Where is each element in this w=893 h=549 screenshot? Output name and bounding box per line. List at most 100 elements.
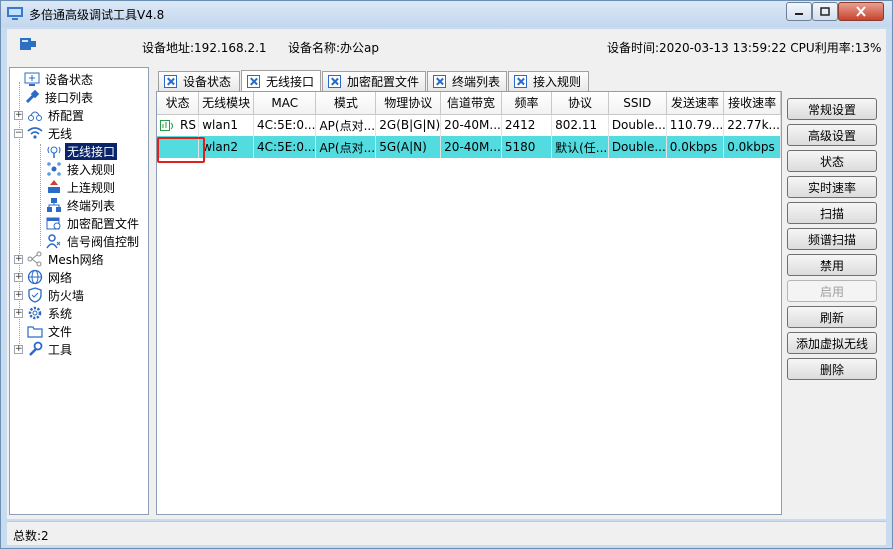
cell-ssid: Double... xyxy=(608,114,667,136)
highlight-box xyxy=(157,137,205,163)
cell-tx-rate: 0.0kbps xyxy=(666,136,725,158)
realtime-rate-button[interactable]: 实时速率 xyxy=(787,176,877,198)
status-button[interactable]: 状态 xyxy=(787,150,877,172)
disable-button[interactable]: 禁用 xyxy=(787,254,877,276)
cell-frequency: 2412 xyxy=(501,114,553,136)
col-header-physical-protocol[interactable]: 物理协议 xyxy=(375,92,442,115)
col-header-status[interactable]: 状态 xyxy=(157,92,200,115)
tree-item-system[interactable]: + 系统 xyxy=(14,304,74,322)
scan-button[interactable]: 扫描 xyxy=(787,202,877,224)
cell-mac: 4C:5E:0... xyxy=(253,114,317,136)
access-rule-icon xyxy=(46,161,62,177)
tab-device-status[interactable]: 设备状态 xyxy=(158,71,240,91)
gear-icon xyxy=(27,305,43,321)
tree-item-terminal-list[interactable]: 终端列表 xyxy=(46,196,117,214)
expand-icon[interactable]: + xyxy=(14,290,23,300)
cell-wireless-module: wlan1 xyxy=(198,114,255,136)
tab-access-rule[interactable]: 接入规则 xyxy=(508,71,589,91)
col-header-wireless-module[interactable]: 无线模块 xyxy=(198,92,255,115)
bridge-icon xyxy=(27,107,43,123)
general-settings-button[interactable]: 常规设置 xyxy=(787,98,877,120)
tree-item-encryption-profile[interactable]: 加密配置文件 xyxy=(46,214,141,232)
cell-physical-protocol: 5G(A|N) xyxy=(375,136,442,158)
close-tab-icon[interactable] xyxy=(514,75,527,88)
cell-status: RS xyxy=(157,114,200,136)
cell-channel-bandwidth: 20-40M... xyxy=(440,114,502,136)
encryption-profile-icon xyxy=(46,215,62,231)
tree-item-bridge-config[interactable]: + 桥配置 xyxy=(14,106,86,124)
tab-encryption-profile[interactable]: 加密配置文件 xyxy=(322,71,426,91)
total-count: 总数:2 xyxy=(13,529,49,543)
expand-icon[interactable]: + xyxy=(14,344,23,354)
cell-ssid: Double... xyxy=(608,136,667,158)
table-row-selected[interactable]: wlan2 4C:5E:0... AP(点对... 5G(A|N) 20-40M… xyxy=(157,136,781,158)
tree-item-signal-threshold[interactable]: 信号阀值控制 xyxy=(46,232,141,250)
device-icon xyxy=(20,38,36,50)
tree-item-network[interactable]: + 网络 xyxy=(14,268,74,286)
expand-icon[interactable]: + xyxy=(14,110,23,120)
device-address: 设备地址:192.168.2.1 xyxy=(142,41,267,55)
maximize-icon xyxy=(820,7,830,16)
tree-item-wireless[interactable]: − 无线 xyxy=(14,124,74,142)
mesh-icon xyxy=(27,251,43,267)
tree-item-wireless-interface[interactable]: 无线接口 xyxy=(46,142,118,160)
cell-mac: 4C:5E:0... xyxy=(253,136,317,158)
cell-frequency: 5180 xyxy=(501,136,553,158)
col-header-tx-rate[interactable]: 发送速率 xyxy=(666,92,725,115)
tree-item-interface-list[interactable]: 接口列表 xyxy=(24,88,95,106)
tree-item-uplink-rule[interactable]: 上连规则 xyxy=(46,178,117,196)
tree-item-firewall[interactable]: + 防火墙 xyxy=(14,286,86,304)
globe-icon xyxy=(27,269,43,285)
cell-mode: AP(点对... xyxy=(315,136,377,158)
minimize-icon xyxy=(795,12,803,15)
device-info-bar: 设备地址:192.168.2.1 设备名称:办公ap 设备时间:2020-03-… xyxy=(7,29,886,65)
collapse-icon[interactable]: − xyxy=(14,128,23,138)
tab-wireless-interface[interactable]: 无线接口 xyxy=(241,70,321,92)
add-virtual-wireless-button[interactable]: 添加虚拟无线 xyxy=(787,332,877,354)
tree-item-mesh-network[interactable]: + Mesh网络 xyxy=(14,250,106,268)
spectrum-scan-button[interactable]: 频谱扫描 xyxy=(787,228,877,250)
app-icon xyxy=(7,7,23,20)
advanced-settings-button[interactable]: 高级设置 xyxy=(787,124,877,146)
content-area: 设备状态 接口列表 + 桥配置 − 无线 无线接口 接入规则 上连规则 终端列表… xyxy=(7,65,886,519)
close-tab-icon[interactable] xyxy=(247,75,260,88)
cell-mode: AP(点对... xyxy=(315,114,377,136)
col-header-frequency[interactable]: 频率 xyxy=(501,92,553,115)
col-header-protocol[interactable]: 协议 xyxy=(551,92,609,115)
expand-icon[interactable]: + xyxy=(14,272,23,282)
maximize-button[interactable] xyxy=(812,2,838,21)
cell-tx-rate: 110.79... xyxy=(666,114,725,136)
close-button[interactable] xyxy=(838,2,884,21)
close-tab-icon[interactable] xyxy=(164,75,177,88)
minimize-button[interactable] xyxy=(786,2,812,21)
table-row[interactable]: RS wlan1 4C:5E:0... AP(点对... 2G(B|G|N) 2… xyxy=(157,114,781,136)
delete-button[interactable]: 删除 xyxy=(787,358,877,380)
cell-rx-rate: 0.0kbps xyxy=(723,136,781,158)
col-header-ssid[interactable]: SSID xyxy=(608,92,667,115)
title-bar: 多倍通高级调试工具V4.8 xyxy=(1,1,892,27)
refresh-button[interactable]: 刷新 xyxy=(787,306,877,328)
tab-terminal-list[interactable]: 终端列表 xyxy=(427,71,507,91)
tree-item-device-status[interactable]: 设备状态 xyxy=(24,70,95,88)
monitor-icon xyxy=(24,71,40,87)
tree-item-tools[interactable]: + 工具 xyxy=(14,340,74,358)
expand-icon[interactable]: + xyxy=(14,254,23,264)
close-tab-icon[interactable] xyxy=(328,75,341,88)
col-header-rx-rate[interactable]: 接收速率 xyxy=(723,92,781,115)
close-icon xyxy=(856,6,866,17)
wireless-interface-table: 状态 无线模块 MAC 模式 物理协议 信道带宽 频率 协议 SSID 发送速率… xyxy=(156,91,782,515)
close-tab-icon[interactable] xyxy=(433,75,446,88)
expand-icon[interactable]: + xyxy=(14,308,23,318)
device-time-cpu: 设备时间:2020-03-13 13:59:22 CPU利用率:13% xyxy=(607,41,882,55)
col-header-mode[interactable]: 模式 xyxy=(315,92,377,115)
terminal-list-icon xyxy=(46,197,62,213)
tree-item-file[interactable]: 文件 xyxy=(27,322,74,340)
wireless-interface-icon xyxy=(46,143,62,159)
uplink-rule-icon xyxy=(46,179,62,195)
tree-item-access-rule[interactable]: 接入规则 xyxy=(46,160,117,178)
cell-protocol: 默认(任... xyxy=(551,136,609,158)
main-window: 多倍通高级调试工具V4.8 设备地址:192.168.2.1 设备名称:办公ap… xyxy=(0,0,893,549)
col-header-mac[interactable]: MAC xyxy=(253,92,317,115)
col-header-channel-bandwidth[interactable]: 信道带宽 xyxy=(440,92,502,115)
enable-button[interactable]: 启用 xyxy=(787,280,877,302)
